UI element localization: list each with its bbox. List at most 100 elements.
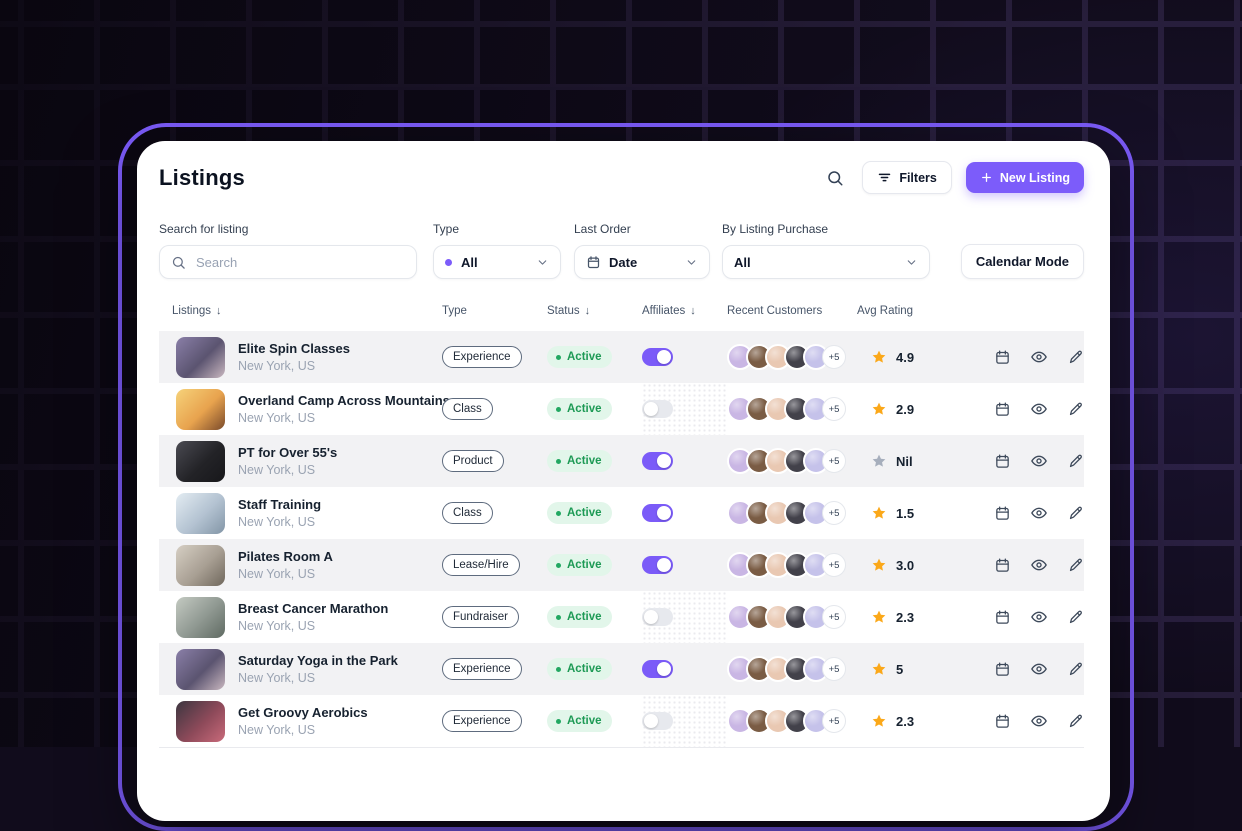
edit-action-button[interactable]: [1064, 554, 1087, 577]
table-row[interactable]: Elite Spin Classes New York, US Experien…: [159, 331, 1084, 383]
type-select[interactable]: All: [433, 245, 561, 279]
sort-desc-icon[interactable]: ↓: [690, 305, 696, 317]
calendar-action-button[interactable]: [991, 450, 1014, 473]
status-label: Active: [567, 351, 602, 363]
sort-desc-icon[interactable]: ↓: [216, 305, 222, 317]
table-row[interactable]: PT for Over 55's New York, US Product Ac…: [159, 435, 1084, 487]
affiliates-toggle[interactable]: [642, 400, 673, 418]
column-label: Listings: [172, 305, 211, 317]
listing-location: New York, US: [238, 515, 321, 529]
listing-thumbnail: [176, 545, 225, 586]
calendar-mode-button[interactable]: Calendar Mode: [961, 244, 1084, 279]
listings-table: Listings ↓ Type Status ↓ Affiliates ↓ Re…: [159, 299, 1084, 748]
filters-button[interactable]: Filters: [862, 161, 952, 194]
star-icon: [871, 713, 887, 729]
by-listing-purchase-label: By Listing Purchase: [722, 222, 930, 236]
page-title: Listings: [159, 165, 245, 191]
calendar-action-button[interactable]: [991, 606, 1014, 629]
affiliates-toggle[interactable]: [642, 348, 673, 366]
edit-action-button[interactable]: [1064, 658, 1087, 681]
listing-name-block: PT for Over 55's New York, US: [238, 445, 337, 477]
column-header-status[interactable]: Status ↓: [547, 305, 642, 317]
type-badge: Fundraiser: [442, 606, 519, 628]
view-action-button[interactable]: [1027, 501, 1051, 525]
status-badge: Active: [547, 658, 612, 680]
listing-cell: Get Groovy Aerobics New York, US: [159, 701, 442, 742]
affiliates-toggle[interactable]: [642, 452, 673, 470]
affiliates-cell: [642, 591, 727, 643]
column-header-listings[interactable]: Listings ↓: [159, 305, 442, 317]
recent-customers-cell: +5: [727, 448, 857, 474]
calendar-action-button[interactable]: [991, 554, 1014, 577]
edit-action-button[interactable]: [1064, 606, 1087, 629]
edit-action-button[interactable]: [1064, 502, 1087, 525]
status-cell: Active: [547, 398, 642, 420]
view-action-button[interactable]: [1027, 397, 1051, 421]
status-label: Active: [567, 715, 602, 727]
table-row[interactable]: Staff Training New York, US Class Active…: [159, 487, 1084, 539]
affiliates-cell: [642, 660, 727, 678]
type-field: Type All: [433, 222, 561, 279]
table-row[interactable]: Overland Camp Across Mountains New York,…: [159, 383, 1084, 435]
affiliates-cell: [642, 383, 727, 435]
view-action-button[interactable]: [1027, 553, 1051, 577]
edit-action-button[interactable]: [1064, 710, 1087, 733]
status-label: Active: [567, 611, 602, 623]
view-action-button[interactable]: [1027, 605, 1051, 629]
search-input[interactable]: [194, 254, 405, 271]
status-dot-icon: [556, 459, 561, 464]
type-cell: Class: [442, 398, 547, 420]
by-listing-purchase-select[interactable]: All: [722, 245, 930, 279]
calendar-action-button[interactable]: [991, 710, 1014, 733]
by-listing-purchase-field: By Listing Purchase All: [722, 222, 930, 279]
table-row[interactable]: Pilates Room A New York, US Lease/Hire A…: [159, 539, 1084, 591]
view-action-button[interactable]: [1027, 709, 1051, 733]
calendar-action-button[interactable]: [991, 346, 1014, 369]
toggle-knob: [644, 610, 658, 624]
status-label: Active: [567, 663, 602, 675]
view-action-button[interactable]: [1027, 345, 1051, 369]
affiliates-toggle[interactable]: [642, 660, 673, 678]
view-action-button[interactable]: [1027, 657, 1051, 681]
table-row[interactable]: Saturday Yoga in the Park New York, US E…: [159, 643, 1084, 695]
new-listing-button[interactable]: New Listing: [966, 162, 1084, 193]
avg-rating-cell: 2.3: [857, 609, 967, 625]
sort-desc-icon[interactable]: ↓: [585, 305, 591, 317]
edit-action-button[interactable]: [1064, 450, 1087, 473]
calendar-icon: [994, 349, 1011, 366]
affiliates-toggle[interactable]: [642, 712, 673, 730]
affiliates-toggle[interactable]: [642, 504, 673, 522]
status-badge: Active: [547, 346, 612, 368]
type-badge: Class: [442, 398, 493, 420]
chevron-down-icon: [536, 256, 549, 269]
chevron-down-icon: [905, 256, 918, 269]
type-cell: Experience: [442, 346, 547, 368]
calendar-action-button[interactable]: [991, 502, 1014, 525]
row-actions: [967, 501, 1084, 525]
status-dot-icon: [556, 355, 561, 360]
listing-cell: Saturday Yoga in the Park New York, US: [159, 649, 442, 690]
status-badge: Active: [547, 554, 612, 576]
table-row[interactable]: Get Groovy Aerobics New York, US Experie…: [159, 695, 1084, 747]
last-order-select[interactable]: Date: [574, 245, 710, 279]
calendar-action-button[interactable]: [991, 398, 1014, 421]
avatar-overflow-count: +5: [822, 605, 846, 629]
column-label: Avg Rating: [857, 305, 913, 317]
view-action-button[interactable]: [1027, 449, 1051, 473]
affiliates-toggle[interactable]: [642, 608, 673, 626]
filter-lines-icon: [877, 170, 892, 185]
avatar-stack: [727, 604, 829, 630]
edit-action-button[interactable]: [1064, 398, 1087, 421]
affiliates-toggle[interactable]: [642, 556, 673, 574]
edit-action-button[interactable]: [1064, 346, 1087, 369]
search-button[interactable]: [822, 165, 848, 191]
table-row[interactable]: Breast Cancer Marathon New York, US Fund…: [159, 591, 1084, 643]
type-cell: Experience: [442, 710, 547, 732]
recent-customers-cell: +5: [727, 344, 857, 370]
toggle-knob: [657, 506, 671, 520]
calendar-action-button[interactable]: [991, 658, 1014, 681]
column-header-affiliates[interactable]: Affiliates ↓: [642, 305, 727, 317]
affiliates-cell: [642, 556, 727, 574]
eye-icon: [1030, 608, 1048, 626]
status-dot-icon: [556, 407, 561, 412]
